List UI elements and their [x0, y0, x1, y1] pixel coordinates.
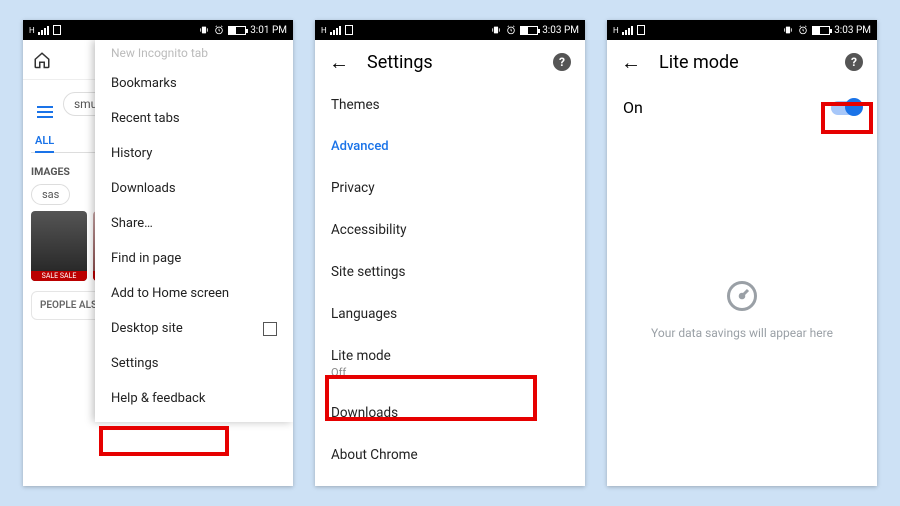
lite-mode-on-row: On — [607, 84, 877, 131]
image-thumbnail[interactable]: SALE SALE — [31, 211, 87, 281]
settings-item-lite-mode[interactable]: Lite mode Off — [315, 335, 585, 392]
phone-screenshot-1: H 3:01 PM smu ALL IMAGES — [23, 20, 293, 486]
alarm-icon — [214, 25, 224, 35]
status-bar: H 3:03 PM — [607, 20, 877, 40]
battery-icon — [228, 26, 246, 35]
hamburger-menu-icon[interactable] — [31, 100, 59, 124]
back-arrow-icon[interactable]: ← — [329, 52, 349, 72]
settings-item-languages[interactable]: Languages — [315, 293, 585, 335]
status-bar: H 3:01 PM — [23, 20, 293, 40]
menu-item-add-to-home-screen[interactable]: Add to Home screen — [95, 276, 293, 311]
help-icon[interactable]: ? — [845, 53, 863, 71]
related-chip[interactable]: sas — [31, 184, 70, 205]
page-title: Settings — [367, 52, 433, 73]
menu-item-help-feedback[interactable]: Help & feedback — [95, 381, 293, 416]
menu-header-incognito: New Incognito tab — [95, 46, 293, 66]
settings-item-privacy[interactable]: Privacy — [315, 167, 585, 209]
settings-appbar: ← Settings ? — [315, 40, 585, 84]
clock-label: 3:01 PM — [250, 25, 287, 36]
menu-item-recent-tabs[interactable]: Recent tabs — [95, 101, 293, 136]
settings-item-about-chrome[interactable]: About Chrome — [315, 434, 585, 476]
network-type-label: H — [321, 26, 326, 35]
signal-bars-icon — [38, 25, 49, 35]
clock-label: 3:03 PM — [834, 25, 871, 36]
clock-label: 3:03 PM — [542, 25, 579, 36]
battery-icon — [520, 26, 538, 35]
lite-mode-on-label: On — [623, 98, 643, 117]
menu-item-bookmarks[interactable]: Bookmarks — [95, 66, 293, 101]
status-bar: H 3:03 PM — [315, 20, 585, 40]
phone-screenshot-2: H 3:03 PM ← Settings ? Themes Advanced P… — [315, 20, 585, 486]
network-type-label: H — [29, 26, 34, 35]
back-arrow-icon[interactable]: ← — [621, 52, 641, 72]
menu-item-share[interactable]: Share… — [95, 206, 293, 241]
vibrate-icon — [782, 25, 794, 35]
menu-item-desktop-site[interactable]: Desktop site — [95, 311, 293, 346]
alarm-icon — [506, 25, 516, 35]
settings-item-lite-mode-label: Lite mode — [331, 348, 391, 364]
tab-all[interactable]: ALL — [35, 134, 54, 153]
settings-section-advanced: Advanced — [315, 126, 585, 167]
home-icon[interactable] — [33, 51, 51, 69]
settings-item-downloads[interactable]: Downloads — [315, 392, 585, 434]
vibrate-icon — [490, 25, 502, 35]
signal-bars-icon — [622, 25, 633, 35]
battery-icon — [812, 26, 830, 35]
vibrate-icon — [198, 25, 210, 35]
menu-item-history[interactable]: History — [95, 136, 293, 171]
settings-item-site-settings[interactable]: Site settings — [315, 251, 585, 293]
sim-card-icon — [345, 25, 353, 35]
settings-item-accessibility[interactable]: Accessibility — [315, 209, 585, 251]
chrome-overflow-menu: New Incognito tab Bookmarks Recent tabs … — [95, 40, 293, 422]
help-icon[interactable]: ? — [553, 53, 571, 71]
lite-mode-toggle[interactable] — [831, 101, 861, 115]
desktop-site-checkbox[interactable] — [263, 322, 277, 336]
network-type-label: H — [613, 26, 618, 35]
menu-item-find-in-page[interactable]: Find in page — [95, 241, 293, 276]
sim-card-icon — [53, 25, 61, 35]
phone-screenshot-3: H 3:03 PM ← Lite mode ? On — [607, 20, 877, 486]
settings-item-lite-mode-sub: Off — [331, 366, 569, 379]
lite-mode-empty-state: Your data savings will appear here — [607, 131, 877, 486]
signal-bars-icon — [330, 25, 341, 35]
alarm-icon — [798, 25, 808, 35]
settings-item-themes[interactable]: Themes — [315, 84, 585, 126]
settings-list: Themes Advanced Privacy Accessibility Si… — [315, 84, 585, 486]
lite-mode-empty-message: Your data savings will appear here — [651, 326, 833, 340]
menu-item-downloads[interactable]: Downloads — [95, 171, 293, 206]
gauge-icon — [724, 278, 760, 314]
sim-card-icon — [637, 25, 645, 35]
page-title: Lite mode — [659, 52, 739, 73]
toggle-knob — [845, 98, 863, 116]
menu-item-settings[interactable]: Settings — [95, 346, 293, 381]
litemode-appbar: ← Lite mode ? — [607, 40, 877, 84]
